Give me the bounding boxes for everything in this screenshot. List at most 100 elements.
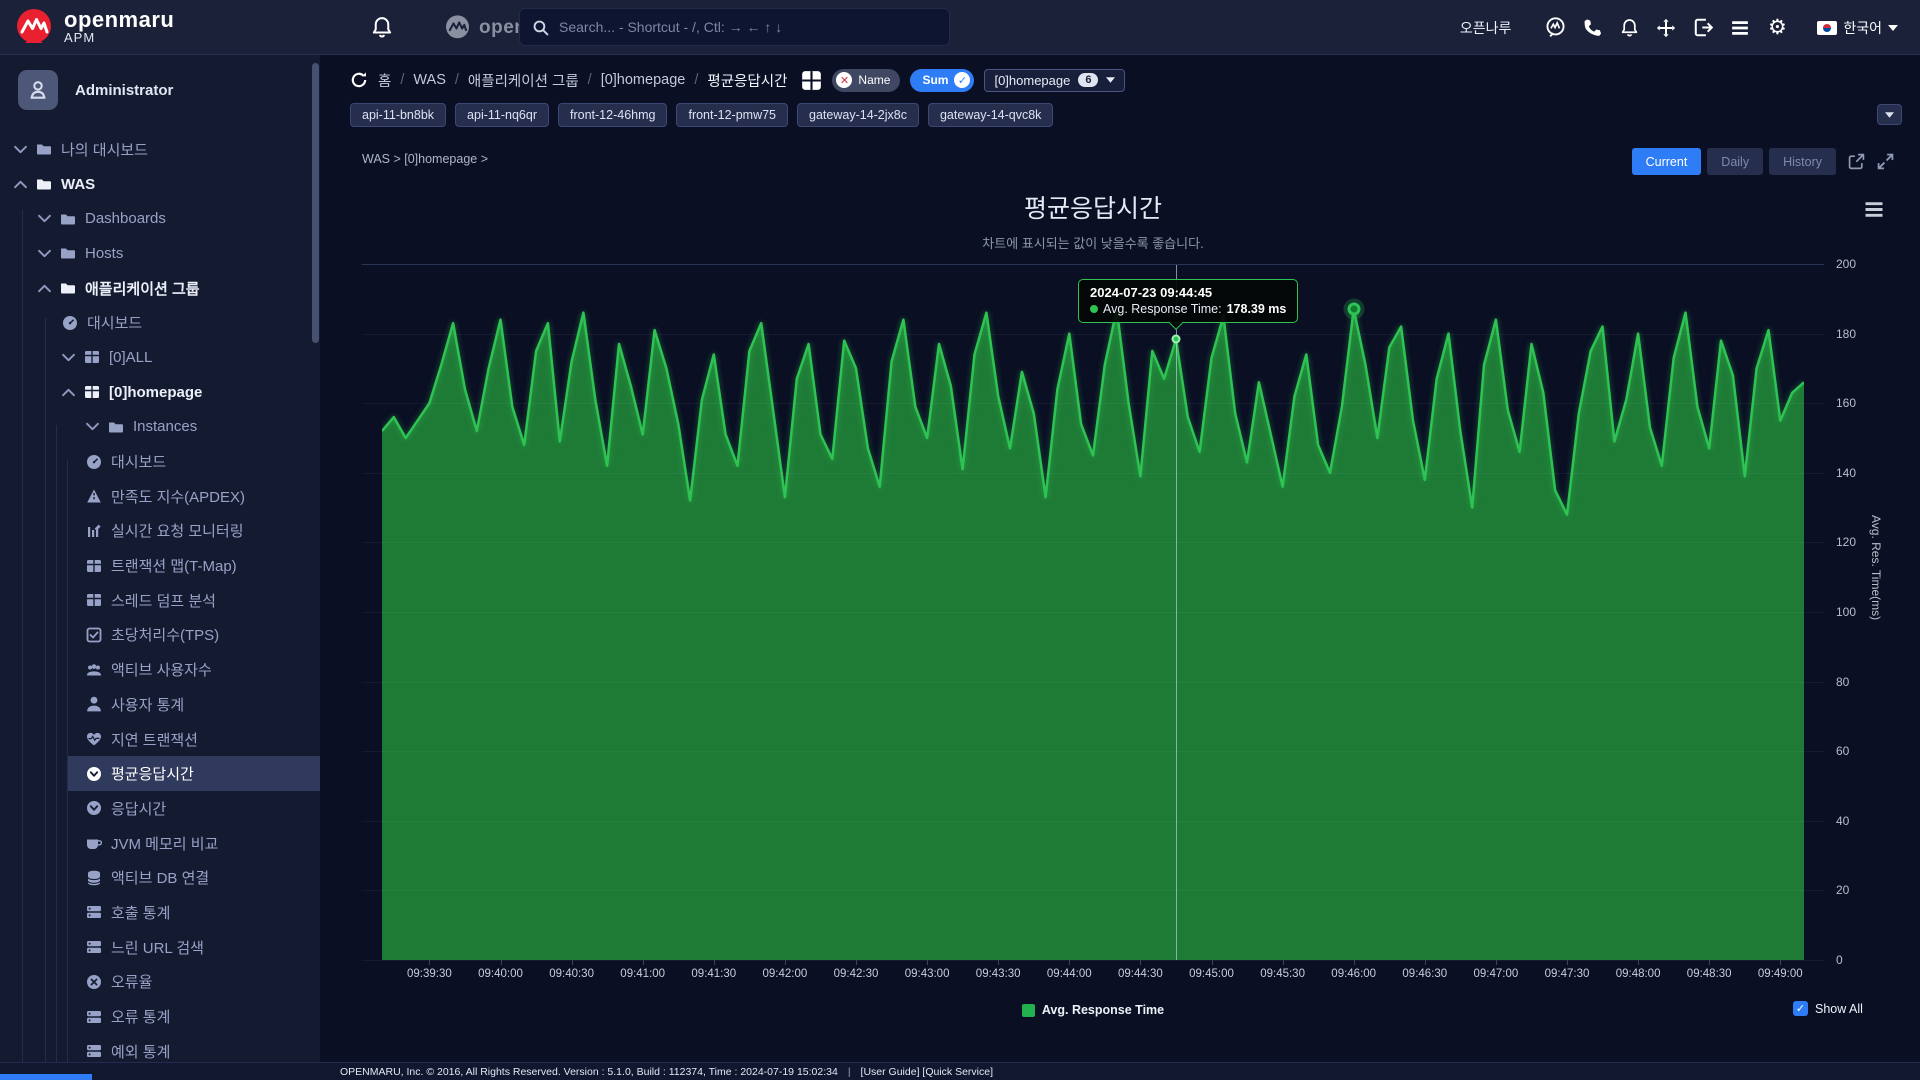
sidebar-item[interactable]: 액티브 사용자수 <box>0 652 320 687</box>
admin-user[interactable]: Administrator <box>18 70 173 110</box>
sidebar-item[interactable]: 오류율 <box>0 965 320 1000</box>
sidebar-item[interactable]: 오류 통계 <box>0 999 320 1034</box>
sidebar-item[interactable]: [0]homepage <box>0 375 320 410</box>
sidebar-item[interactable]: 나의 대시보드 <box>0 132 320 167</box>
y-tick-label: 140 <box>1836 465 1857 480</box>
sidebar-item[interactable]: 호출 통계 <box>0 895 320 930</box>
x-tick-mark <box>713 960 715 965</box>
x-tick-mark <box>784 960 786 965</box>
language-selector[interactable]: 한국어 <box>1817 18 1898 38</box>
sidebar-item[interactable]: 지연 트랜잭션 <box>0 722 320 757</box>
sidebar-item[interactable]: 액티브 DB 연결 <box>0 860 320 895</box>
show-all-toggle[interactable]: ✓ Show All <box>1793 1001 1863 1016</box>
chevron-up-icon[interactable] <box>14 180 27 189</box>
sidebar-item[interactable]: WAS <box>0 167 320 202</box>
openmaru-chat-icon[interactable] <box>1544 17 1566 39</box>
sidebar-item[interactable]: 대시보드 <box>0 444 320 479</box>
breadcrumb-item[interactable]: 애플리케이션 그룹 <box>468 70 579 91</box>
bell-icon[interactable] <box>1618 17 1640 39</box>
checkbox-checked-icon[interactable]: ✓ <box>1793 1001 1808 1016</box>
sidebar-item[interactable]: 트랜잭션 맵(T-Map) <box>0 548 320 583</box>
settings-gear-icon[interactable]: ⚙ <box>1766 16 1788 39</box>
sidebar-item[interactable]: 애플리케이션 그룹 <box>0 271 320 306</box>
chart-menu-icon[interactable] <box>1864 201 1886 221</box>
sidebar-item[interactable]: 만족도 지수(APDEX) <box>0 479 320 514</box>
collapse-toggle-button[interactable] <box>1877 104 1902 125</box>
group-select-dropdown[interactable]: [0]homepage 6 <box>984 68 1126 92</box>
chevron-down-icon[interactable] <box>14 145 27 154</box>
daily-button[interactable]: Daily <box>1707 148 1764 175</box>
history-button[interactable]: History <box>1769 148 1836 175</box>
xcircle-icon <box>86 973 102 990</box>
clock-icon <box>86 765 102 782</box>
search-input[interactable] <box>559 19 937 35</box>
sidebar-item[interactable]: [0]ALL <box>0 340 320 375</box>
instance-tag[interactable]: gateway-14-2jx8c <box>797 103 919 127</box>
x-tick-mark <box>1709 960 1711 965</box>
grid-view-icon[interactable] <box>801 69 823 91</box>
sidebar-item[interactable]: Hosts <box>0 236 320 271</box>
chevron-down-icon[interactable] <box>38 214 51 223</box>
sidebar-item[interactable]: 대시보드 <box>0 305 320 340</box>
chart-tooltip: 2024-07-23 09:44:45 Avg. Response Time: … <box>1078 279 1299 331</box>
sidebar-item[interactable]: 응답시간 <box>0 791 320 826</box>
x-tick-label: 09:47:30 <box>1544 968 1590 980</box>
breadcrumb-item[interactable]: 평균응답시간 <box>707 70 787 91</box>
sidebar-item[interactable]: 느린 URL 검색 <box>0 930 320 965</box>
instance-tag[interactable]: gateway-14-qvc8k <box>927 103 1054 127</box>
sum-toggle-pill[interactable]: ✓ Sum <box>910 68 975 92</box>
remove-x-icon[interactable]: ✕ <box>836 72 853 88</box>
x-tick-label: 09:42:00 <box>762 968 808 980</box>
user-name[interactable]: 오픈나루 <box>1460 18 1512 38</box>
sidebar-item[interactable]: 평균응답시간 <box>68 756 320 792</box>
sidebar-item[interactable]: Instances <box>0 410 320 445</box>
sidebar-item-label: 호출 통계 <box>111 904 171 922</box>
folder-icon <box>37 144 51 155</box>
sidebar-item[interactable]: JVM 메모리 비교 <box>0 826 320 861</box>
sidebar-item[interactable]: 실시간 요청 모니터링 <box>0 514 320 549</box>
phone-icon[interactable] <box>1581 17 1603 39</box>
expand-arrows-icon[interactable] <box>1655 17 1677 39</box>
fullscreen-icon[interactable] <box>1877 153 1894 170</box>
coffee-icon <box>86 838 102 850</box>
external-link-icon[interactable] <box>1848 153 1865 170</box>
sidebar-scrollbar[interactable] <box>312 63 319 343</box>
notification-bell-icon[interactable] <box>372 16 392 39</box>
y-axis-title: Avg. Res. Time(ms) <box>1869 515 1883 621</box>
instance-tag[interactable]: front-12-46hmg <box>558 103 668 127</box>
app-logo[interactable]: openmaru APM <box>14 7 174 47</box>
x-tick-label: 09:41:30 <box>691 968 737 980</box>
menu-icon[interactable] <box>1729 17 1751 39</box>
breadcrumb-item[interactable]: WAS <box>413 72 446 88</box>
breadcrumb-item[interactable]: 홈 <box>378 70 391 91</box>
chart-plot-area[interactable]: 2024-07-23 09:44:45 Avg. Response Time: … <box>362 264 1824 965</box>
logout-icon[interactable] <box>1692 17 1714 39</box>
chevron-up-icon[interactable] <box>62 388 75 397</box>
sidebar-item-label: 응답시간 <box>111 800 167 818</box>
instance-tag[interactable]: front-12-pmw75 <box>676 103 789 127</box>
name-filter-pill[interactable]: ✕ Name <box>832 68 901 92</box>
chevron-up-icon[interactable] <box>38 284 51 293</box>
sidebar-item[interactable]: Dashboards <box>0 201 320 236</box>
chevron-down-icon[interactable] <box>86 422 99 431</box>
instance-tag[interactable]: api-11-nq6qr <box>455 103 549 127</box>
sidebar-item[interactable]: 스레드 덤프 분석 <box>0 583 320 618</box>
sidebar-item[interactable]: 사용자 통계 <box>0 687 320 722</box>
legend-item[interactable]: Avg. Response Time <box>1021 1003 1164 1017</box>
instance-tag[interactable]: api-11-bn8bk <box>350 103 447 127</box>
breadcrumb-separator: / <box>587 72 592 88</box>
sidebar-item-label: 예외 통계 <box>111 1043 171 1061</box>
footer-links[interactable]: [User Guide] [Quick Service] <box>861 1066 993 1078</box>
rows-icon <box>87 906 101 919</box>
y-tick-label: 100 <box>1836 605 1857 619</box>
x-tick-mark <box>642 960 644 965</box>
chevron-down-icon[interactable] <box>38 249 51 258</box>
breadcrumb-item[interactable]: [0]homepage <box>601 72 686 88</box>
chevron-down-icon[interactable] <box>62 353 75 362</box>
gridline <box>362 542 1824 544</box>
refresh-icon[interactable] <box>350 71 368 89</box>
sidebar-item[interactable]: 초당처리수(TPS) <box>0 618 320 653</box>
gridline <box>362 333 1824 335</box>
current-button[interactable]: Current <box>1631 148 1702 175</box>
sidebar-tree: 나의 대시보드 WAS Dashboards Hosts 애플리케이션 그룹 대시보드 [0… <box>0 132 320 1069</box>
